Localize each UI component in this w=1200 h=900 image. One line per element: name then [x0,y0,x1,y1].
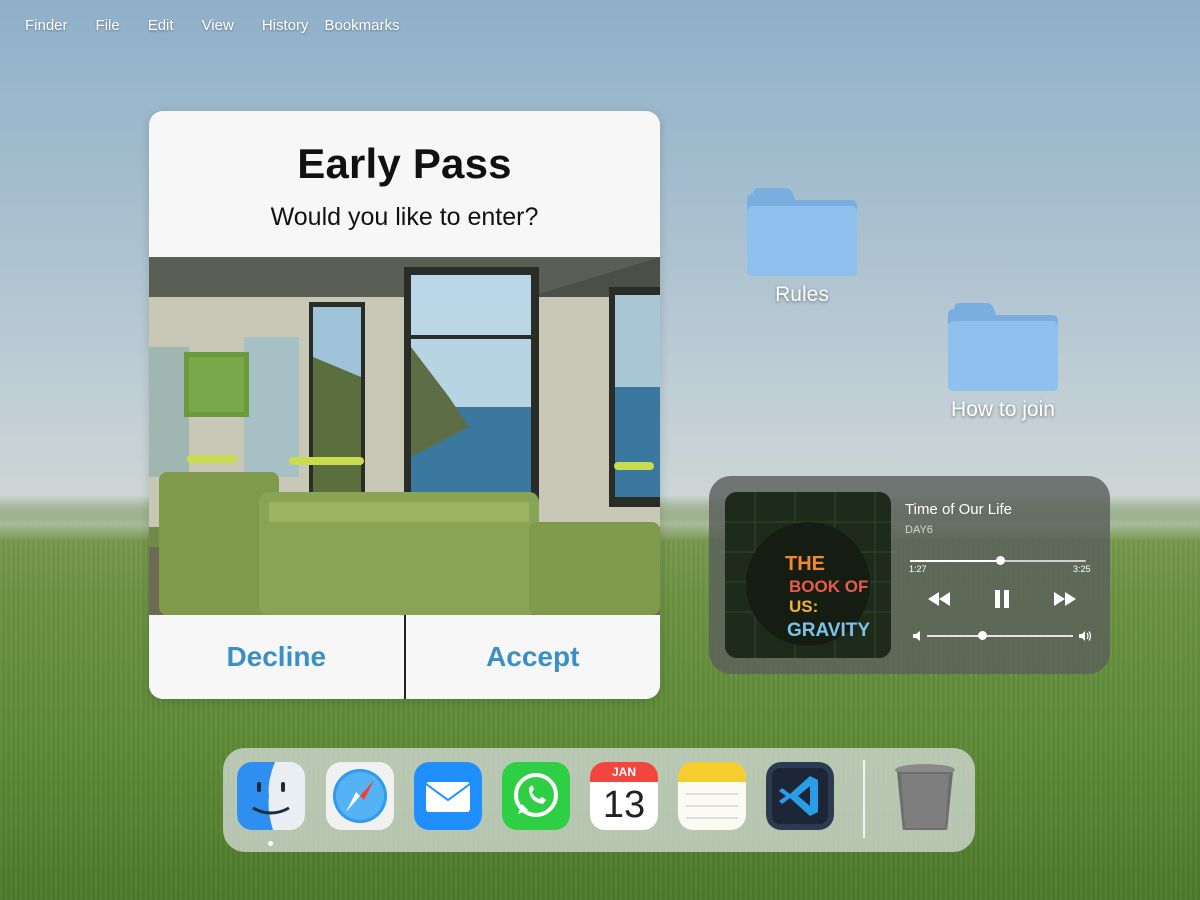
trash-icon [895,764,955,830]
menu-edit[interactable]: Edit [148,17,174,34]
folder-icon [948,303,1058,391]
song-artist: DAY6 [905,524,933,536]
progress-fill [910,560,1000,562]
volume-knob[interactable] [978,631,988,640]
train-interior-image [149,257,660,615]
calendar-day: 13 [602,784,646,826]
album-text-book-of: BOOK OF [789,577,868,596]
fast-forward-button[interactable] [1050,586,1080,612]
volume-low-icon [913,631,920,641]
volume-slider[interactable] [927,631,1073,640]
rewind-button[interactable] [924,586,954,612]
calendar-month: JAN [590,762,658,782]
decline-button[interactable]: Decline [149,615,404,699]
folder-rules[interactable]: Rules [742,188,862,307]
dock-separator [863,760,865,838]
album-text-us: US: [789,597,818,616]
vscode-icon [766,762,834,830]
volume-control [913,630,1091,642]
album-text-gravity: GRAVITY [787,620,870,641]
menu-view[interactable]: View [202,17,234,34]
folder-icon [747,188,857,276]
fast-forward-icon [1054,592,1076,606]
dialog-subtitle: Would you like to enter? [270,203,539,231]
dock-calendar[interactable]: JAN 13 [590,762,658,830]
menu-finder[interactable]: Finder [25,17,68,34]
pause-icon [995,590,1009,608]
menu-file[interactable]: File [96,17,120,34]
dock-trash[interactable] [891,762,959,830]
dock-whatsapp[interactable] [502,762,570,830]
progress-knob[interactable] [995,556,1005,565]
volume-high-icon [1079,631,1091,641]
dock-safari[interactable] [326,762,394,830]
dock-finder[interactable] [237,762,305,830]
menu-bookmarks[interactable]: Bookmarks [324,17,399,34]
time-duration: 3:25 [1073,564,1091,574]
dialog-title: Early Pass [297,140,512,187]
dialog-button-row: Decline Accept [149,615,660,699]
pause-button[interactable] [987,586,1017,612]
folder-label: Rules [775,283,829,306]
album-text-the: THE [785,553,825,575]
early-pass-dialog: Early Pass Would you like to enter? Decl… [149,111,660,699]
safari-icon [326,762,394,830]
folder-how-to-join[interactable]: How to join [943,303,1063,422]
notes-icon [678,762,746,830]
playback-controls [914,586,1090,612]
music-player-widget: THE BOOK OF US: GRAVITY Time of Our Life… [709,476,1110,674]
accept-button[interactable]: Accept [406,615,661,699]
finder-icon [237,762,305,830]
time-elapsed: 1:27 [909,564,927,574]
mail-icon [414,762,482,830]
progress-scrubber[interactable] [910,556,1086,565]
dock-notes[interactable] [678,762,746,830]
dock-vscode[interactable] [766,762,834,830]
menu-history[interactable]: History [262,17,309,34]
song-title: Time of Our Life [905,501,1012,518]
dock: JAN 13 [223,748,975,852]
album-art: THE BOOK OF US: GRAVITY [725,492,891,658]
menu-bar: Finder File Edit View History Bookmarks [0,0,1200,50]
folder-label: How to join [951,398,1055,421]
whatsapp-icon [502,762,570,830]
dock-mail[interactable] [414,762,482,830]
rewind-icon [928,592,950,606]
finder-running-indicator [268,841,273,846]
